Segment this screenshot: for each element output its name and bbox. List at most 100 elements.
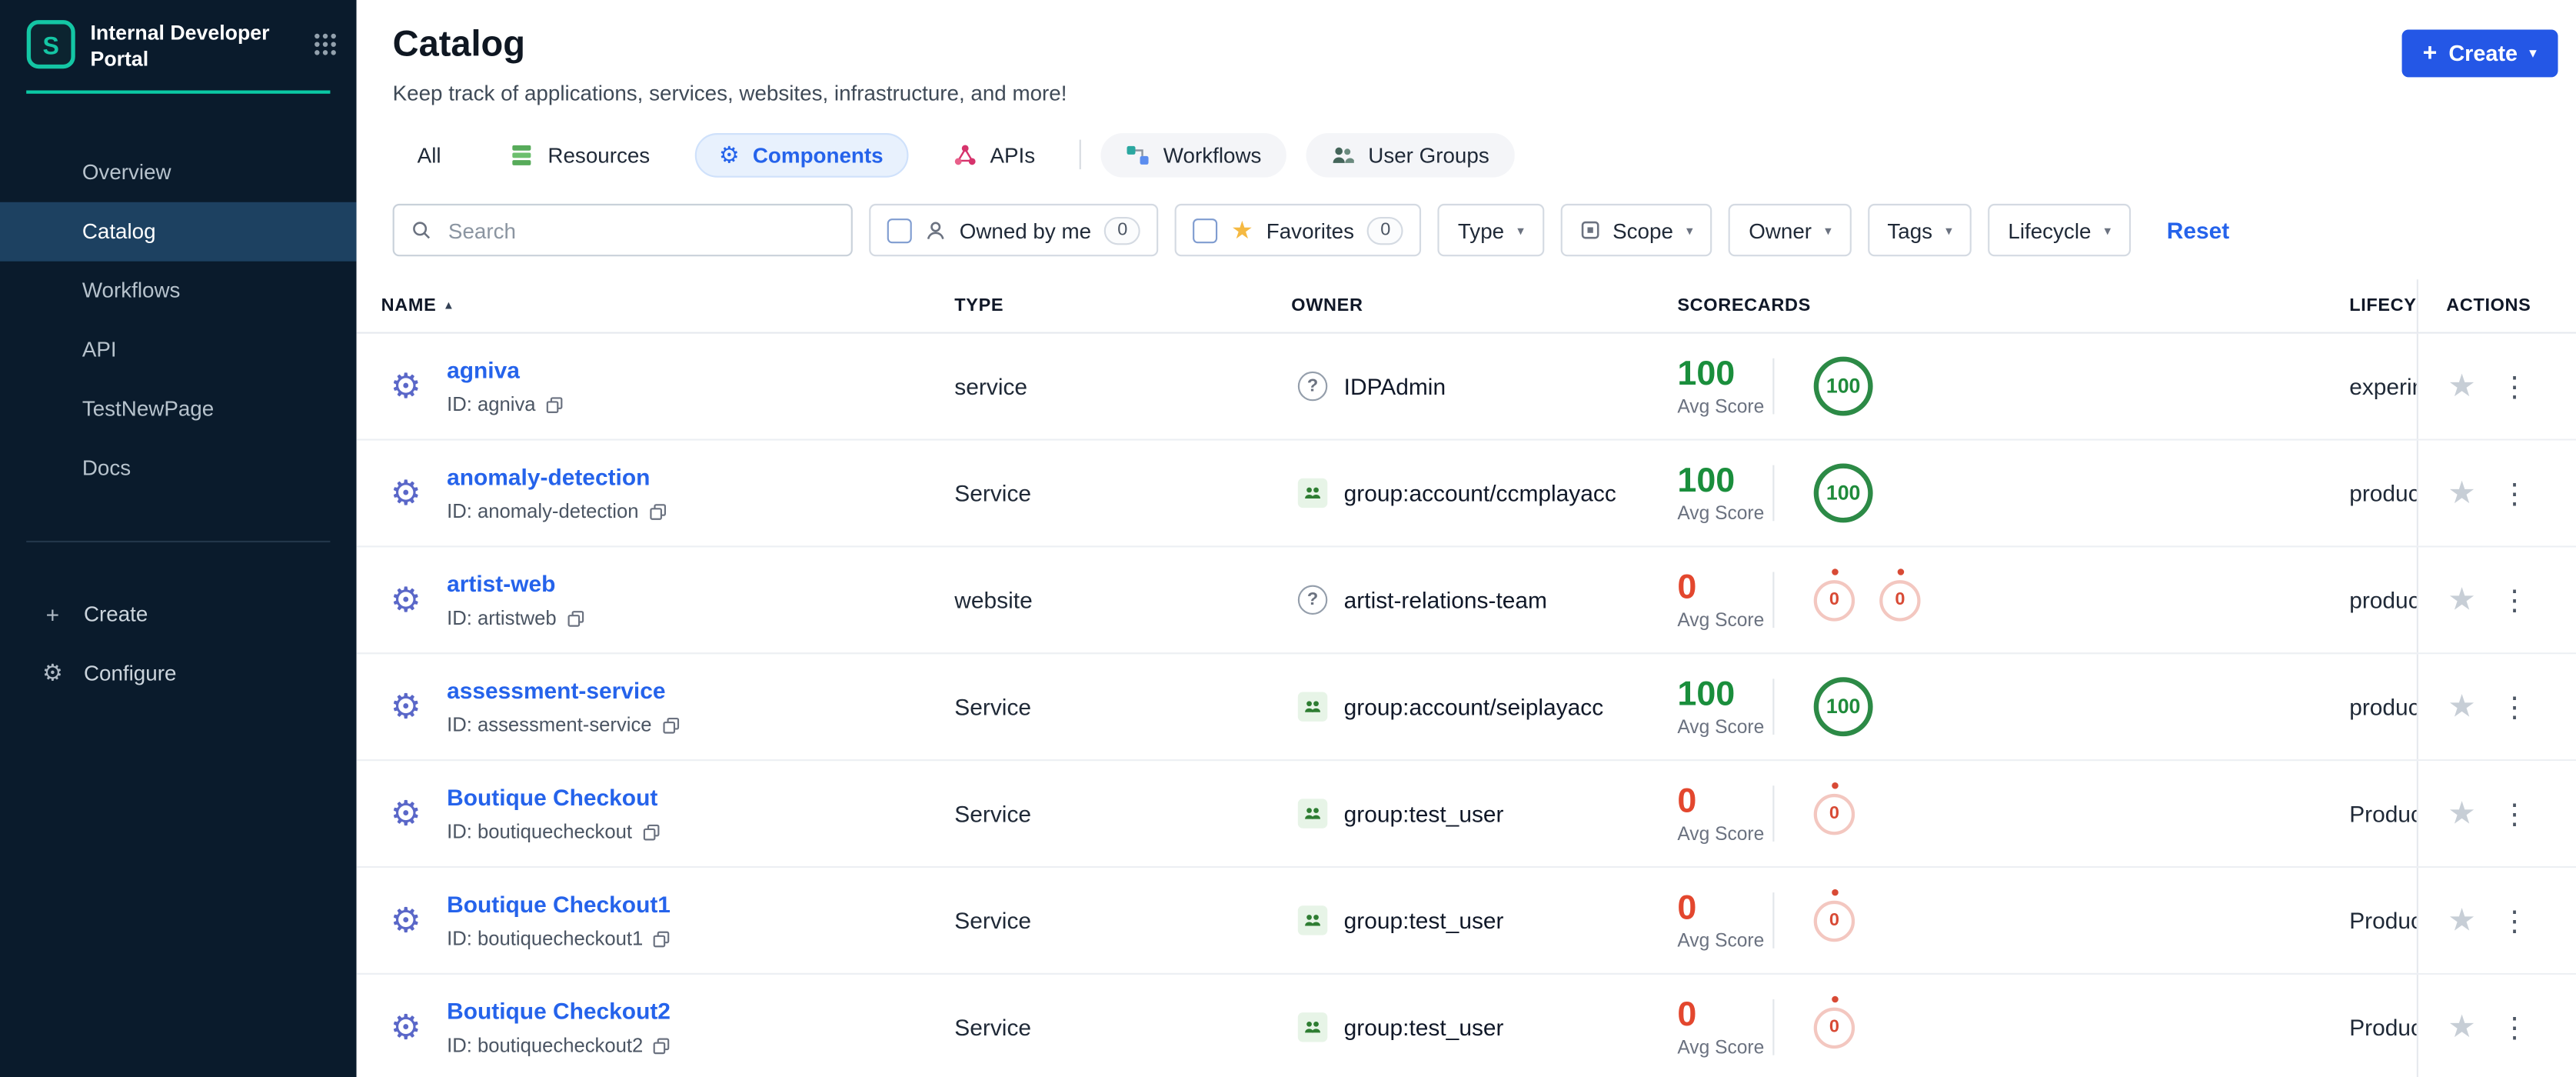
column-header-name[interactable]: NAME ▲ xyxy=(381,279,955,332)
scorecard-badges: 0 xyxy=(1813,888,1855,942)
tab-user-groups[interactable]: User Groups xyxy=(1306,132,1514,177)
kebab-menu-icon[interactable]: ⋮ xyxy=(2501,586,2528,614)
lifecycle-cell: experimental xyxy=(2349,372,2417,400)
scorecard-badge[interactable]: 0 xyxy=(1813,781,1855,835)
scorecard-badge[interactable]: 100 xyxy=(1813,463,1873,523)
copy-icon[interactable] xyxy=(545,395,564,414)
table-row[interactable]: ⚙ assessment-service ID: assessment-serv… xyxy=(356,654,2576,762)
apis-icon xyxy=(954,144,975,165)
component-gear-icon: ⚙ xyxy=(390,688,421,726)
kebab-menu-icon[interactable]: ⋮ xyxy=(2501,693,2528,721)
sidebar-item-docs[interactable]: Docs xyxy=(0,438,357,497)
copy-icon[interactable] xyxy=(661,715,680,734)
type-dropdown[interactable]: Type ▾ xyxy=(1438,203,1544,257)
favorites-filter[interactable]: ★ Favorites 0 xyxy=(1175,203,1422,257)
search-icon xyxy=(413,222,431,239)
tab-components[interactable]: ⚙ Components xyxy=(694,132,908,177)
copy-icon[interactable] xyxy=(648,502,667,521)
score-divider xyxy=(1772,465,1775,522)
table-row[interactable]: ⚙ artist-web ID: artistweb website ? art… xyxy=(356,547,2576,655)
search-box[interactable] xyxy=(392,203,853,257)
badge-alert-dot xyxy=(1831,781,1838,789)
scorecard-badges: 100 xyxy=(1813,463,1873,523)
favorite-star-icon[interactable]: ★ xyxy=(2448,478,2475,509)
favorite-star-icon[interactable]: ★ xyxy=(2448,691,2475,722)
scorecard-badge[interactable]: 100 xyxy=(1813,677,1873,737)
score-divider xyxy=(1772,679,1775,735)
kebab-menu-icon[interactable]: ⋮ xyxy=(2501,479,2528,507)
scope-dropdown[interactable]: Scope ▾ xyxy=(1559,203,1713,257)
component-id: ID: boutiquecheckout2 xyxy=(447,1034,671,1057)
sidebar-item-catalog[interactable]: Catalog xyxy=(0,201,357,261)
table-row[interactable]: ⚙ Boutique Checkout ID: boutiquecheckout… xyxy=(356,761,2576,869)
owner-icon xyxy=(1297,905,1328,935)
lifecycle-dropdown[interactable]: Lifecycle ▾ xyxy=(1988,203,2131,257)
favorite-star-icon[interactable]: ★ xyxy=(2448,905,2475,936)
table-row[interactable]: ⚙ agniva ID: agniva service ? IDPAdmin 1… xyxy=(356,333,2576,441)
tab-resources[interactable]: Resources xyxy=(485,132,674,177)
scorecard-badge[interactable]: 0 xyxy=(1813,995,1855,1049)
component-name-link[interactable]: assessment-service xyxy=(447,677,665,703)
component-name-link[interactable]: Boutique Checkout1 xyxy=(447,891,671,917)
avg-score-label: Avg Score xyxy=(1677,396,1765,417)
component-name-link[interactable]: anomaly-detection xyxy=(447,463,650,489)
actions-cell: ★ ⋮ xyxy=(2416,974,2576,1077)
copy-icon[interactable] xyxy=(642,822,661,841)
scorecard-badge[interactable]: 0 xyxy=(1813,568,1855,621)
name-cell: ⚙ assessment-service ID: assessment-serv… xyxy=(381,654,955,759)
avg-score-label: Avg Score xyxy=(1677,717,1765,738)
favorite-star-icon[interactable]: ★ xyxy=(2448,1012,2475,1043)
reset-filters-link[interactable]: Reset xyxy=(2167,217,2229,243)
table-row[interactable]: ⚙ Boutique Checkout2 ID: boutiquecheckou… xyxy=(357,974,2576,1077)
actions-cell: ★ ⋮ xyxy=(2416,654,2576,760)
page-subtitle: Keep track of applications, services, we… xyxy=(392,80,1067,105)
tab-apis[interactable]: APIs xyxy=(927,132,1060,177)
tab-workflows[interactable]: Workflows xyxy=(1100,132,1286,177)
create-button[interactable]: + Create ▾ xyxy=(2401,29,2558,78)
copy-icon[interactable] xyxy=(653,1036,671,1055)
sidebar-item-workflows[interactable]: Workflows xyxy=(0,261,357,320)
component-name-link[interactable]: Boutique Checkout2 xyxy=(447,998,671,1024)
copy-icon[interactable] xyxy=(566,609,584,628)
user-groups-icon xyxy=(1333,146,1354,162)
owned-by-me-checkbox[interactable] xyxy=(887,218,912,243)
kebab-menu-icon[interactable]: ⋮ xyxy=(2501,799,2528,827)
sidebar-create-button[interactable]: + Create xyxy=(0,585,357,644)
sidebar-item-overview[interactable]: Overview xyxy=(0,142,357,202)
scorecard-badge[interactable]: 0 xyxy=(1879,568,1921,621)
component-name-link[interactable]: agniva xyxy=(447,357,520,383)
tags-dropdown[interactable]: Tags ▾ xyxy=(1867,203,1972,257)
catalog-table: NAME▲ TYPE OWNER SCORECARDS LIFECYCLE AC… xyxy=(356,279,2576,1077)
resources-icon xyxy=(513,144,532,165)
component-gear-icon: ⚙ xyxy=(390,794,421,833)
tab-all[interactable]: All xyxy=(393,132,466,177)
kebab-menu-icon[interactable]: ⋮ xyxy=(2501,1013,2528,1041)
copy-icon[interactable] xyxy=(653,929,671,948)
sidebar-item-api[interactable]: API xyxy=(0,320,357,379)
search-input[interactable] xyxy=(444,215,835,245)
favorite-star-icon[interactable]: ★ xyxy=(2448,798,2475,829)
sidebar-configure-button[interactable]: ⚙ Configure xyxy=(0,643,357,702)
owned-by-me-count: 0 xyxy=(1104,215,1141,245)
actions-cell: ★ ⋮ xyxy=(2416,761,2576,866)
favorites-checkbox[interactable] xyxy=(1193,218,1218,243)
table-row[interactable]: ⚙ anomaly-detection ID: anomaly-detectio… xyxy=(356,440,2576,548)
chevron-down-icon: ▾ xyxy=(1825,222,1832,238)
scorecard-badge[interactable]: 100 xyxy=(1813,356,1873,416)
scorecard-badge[interactable]: 0 xyxy=(1813,888,1855,942)
component-name-link[interactable]: Boutique Checkout xyxy=(447,784,657,810)
component-id: ID: agniva xyxy=(447,393,564,416)
owner-dropdown[interactable]: Owner ▾ xyxy=(1729,203,1852,257)
table-row[interactable]: ⚙ Boutique Checkout1 ID: boutiquecheckou… xyxy=(356,868,2576,975)
component-name-link[interactable]: artist-web xyxy=(447,570,555,596)
favorite-star-icon[interactable]: ★ xyxy=(2448,371,2475,402)
favorite-star-icon[interactable]: ★ xyxy=(2448,585,2475,616)
avg-score-label: Avg Score xyxy=(1677,1038,1765,1058)
chevron-down-icon: ▾ xyxy=(2529,44,2537,62)
kebab-menu-icon[interactable]: ⋮ xyxy=(2501,372,2528,400)
kebab-menu-icon[interactable]: ⋮ xyxy=(2501,906,2528,934)
sidebar-item-testnewpage[interactable]: TestNewPage xyxy=(0,378,357,438)
workflows-icon xyxy=(1127,145,1149,164)
app-grid-icon[interactable] xyxy=(314,33,337,56)
owned-by-me-filter[interactable]: Owned by me 0 xyxy=(869,203,1159,257)
